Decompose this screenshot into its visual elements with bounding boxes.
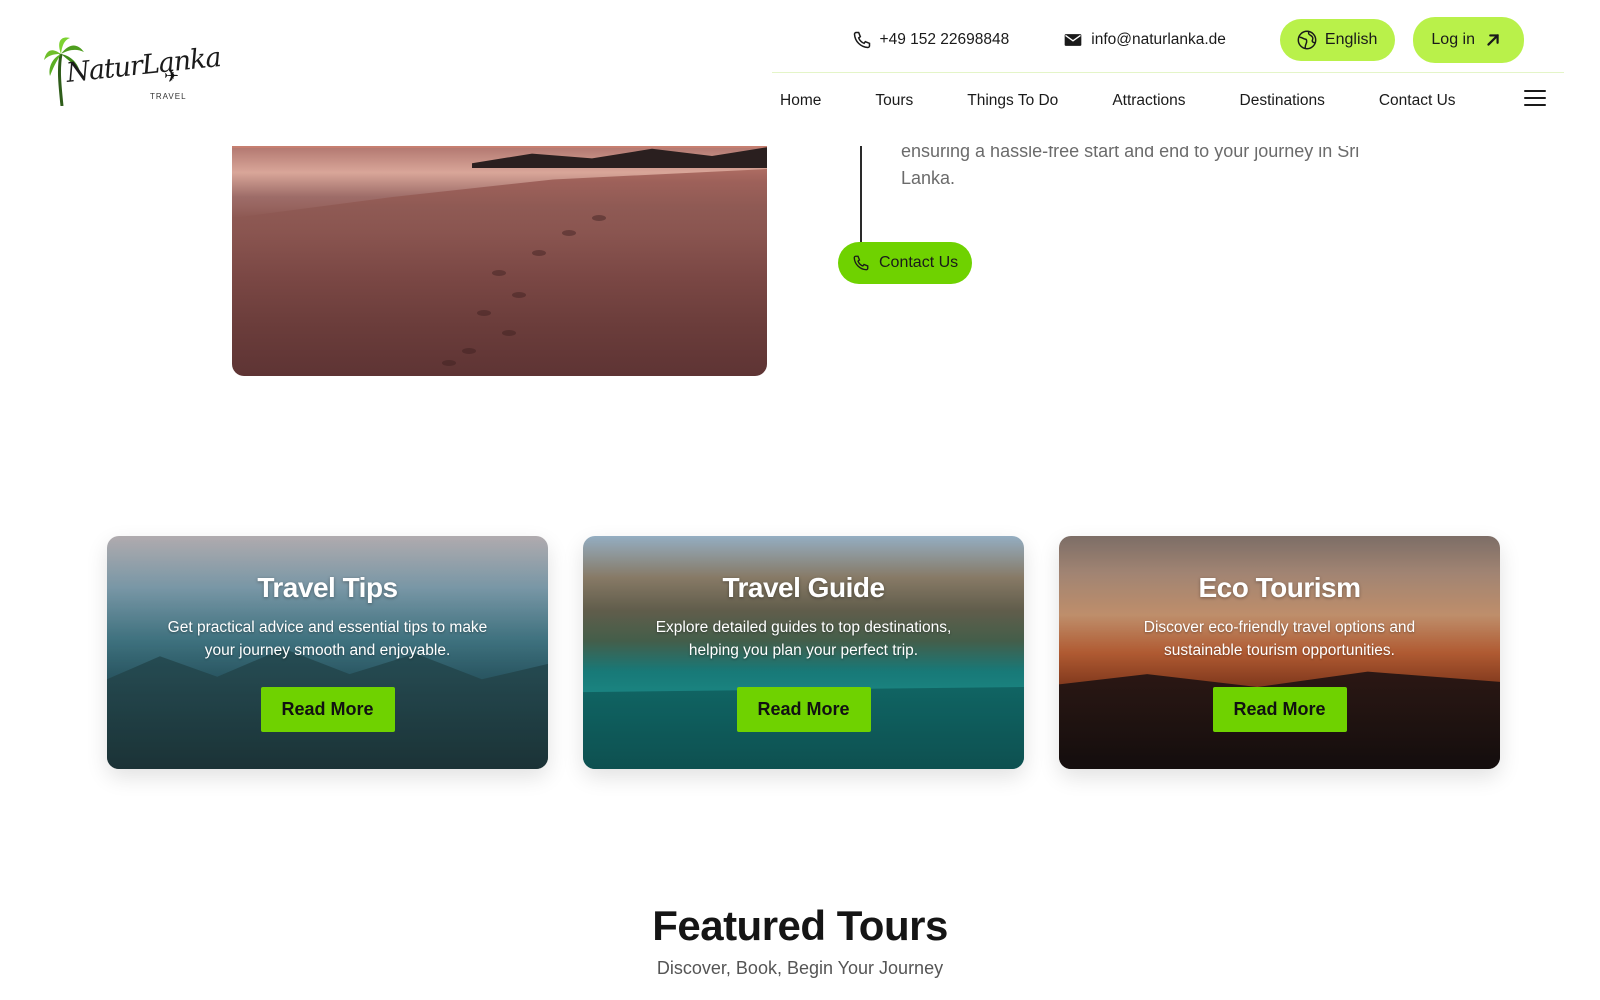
- contact-us-button[interactable]: Contact Us: [838, 242, 973, 284]
- featured-tours-title: Featured Tours: [652, 902, 948, 949]
- login-button[interactable]: Log in: [1413, 17, 1524, 63]
- nav-item-tours[interactable]: Tours: [875, 92, 913, 110]
- read-more-button[interactable]: Read More: [1212, 687, 1347, 732]
- phone-icon: [853, 31, 870, 49]
- card-title: Travel Tips: [257, 572, 398, 603]
- logo-wordmark: NaturLanka: [64, 41, 222, 90]
- email-address: info@naturlanka.de: [1091, 31, 1226, 48]
- card-travel-tips: Travel Tips Get practical advice and ess…: [107, 536, 548, 769]
- featured-tours-subtitle: Discover, Book, Begin Your Journey: [656, 958, 944, 978]
- nav-item-home[interactable]: Home: [780, 92, 821, 110]
- header-contact-row: +49 152 22698848 info@naturlanka.de Engl…: [852, 17, 1524, 63]
- card-title: Travel Guide: [722, 572, 885, 603]
- card-eco-tourism: Eco Tourism Discover eco-friendly travel…: [1059, 536, 1500, 769]
- nav-divider: [772, 72, 1564, 73]
- card-description: Discover eco-friendly travel options and…: [1143, 619, 1416, 659]
- hero-description: ensuring a hassle-free start and end to …: [901, 141, 1360, 188]
- phone-icon: [853, 255, 869, 271]
- read-more-button[interactable]: Read More: [736, 687, 871, 732]
- phone-number: +49 152 22698848: [879, 31, 1010, 48]
- card-description: Explore detailed guides to top destinati…: [655, 619, 952, 659]
- site-logo[interactable]: NaturLanka ✈ TRAVEL: [44, 36, 222, 110]
- nav-item-attractions[interactable]: Attractions: [1112, 92, 1185, 110]
- hamburger-menu-icon[interactable]: [1524, 90, 1546, 108]
- contact-us-label: Contact Us: [879, 254, 959, 271]
- globe-icon: [1297, 30, 1317, 50]
- nav-item-contact-us[interactable]: Contact Us: [1379, 92, 1456, 110]
- beach-sunset-image: [232, 120, 767, 376]
- phone-link[interactable]: +49 152 22698848: [852, 30, 1010, 50]
- airplane-icon: ✈: [164, 66, 180, 86]
- main-nav: Home Tours Things To Do Attractions Dest…: [780, 88, 1510, 114]
- nav-item-things-to-do[interactable]: Things To Do: [967, 92, 1058, 110]
- info-cards: Travel Tips Get practical advice and ess…: [107, 536, 1500, 769]
- language-label: English: [1324, 31, 1378, 48]
- language-selector[interactable]: English: [1279, 19, 1396, 61]
- card-travel-guide: Travel Guide Explore detailed guides to …: [583, 536, 1024, 769]
- read-more-button[interactable]: Read More: [260, 687, 395, 732]
- email-link[interactable]: info@naturlanka.de: [1063, 30, 1226, 50]
- nav-item-destinations[interactable]: Destinations: [1240, 92, 1325, 110]
- mail-icon: [1064, 34, 1082, 46]
- card-title: Eco Tourism: [1198, 572, 1361, 603]
- hero-timeline-line: [860, 146, 862, 242]
- login-label: Log in: [1431, 31, 1475, 48]
- card-description: Get practical advice and essential tips …: [167, 619, 488, 659]
- logo-subtitle: TRAVEL: [150, 92, 187, 101]
- arrow-up-right-icon: [1487, 34, 1499, 46]
- site-header: NaturLanka ✈ TRAVEL +49 152 22698848 inf…: [0, 0, 1600, 146]
